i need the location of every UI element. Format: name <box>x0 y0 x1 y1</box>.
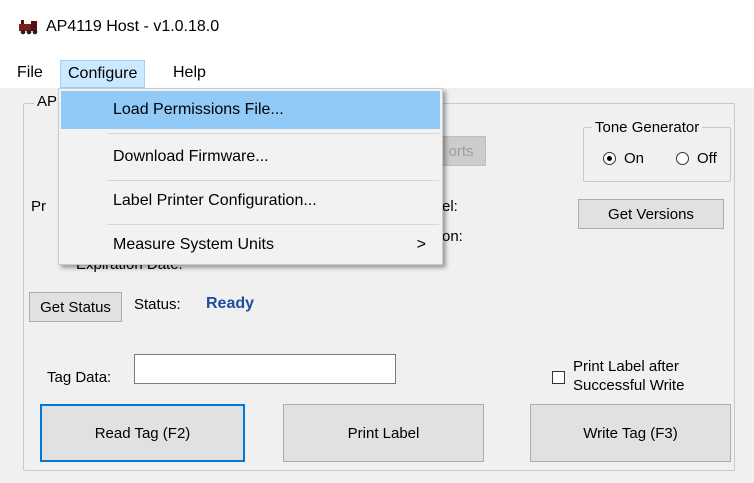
version-label: on: <box>442 228 463 245</box>
menu-separator <box>107 133 439 134</box>
get-status-label: Get Status <box>40 298 111 316</box>
pr-label: Pr <box>31 198 46 215</box>
get-versions-button[interactable]: Get Versions <box>578 199 724 229</box>
menu-item-load-permissions[interactable]: Load Permissions File... <box>61 91 440 129</box>
configure-dropdown-menu: Load Permissions File... Download Firmwa… <box>58 88 443 265</box>
main-groupbox-title: AP <box>34 93 61 110</box>
read-tag-label: Read Tag (F2) <box>94 424 191 442</box>
app-train-icon <box>19 20 38 35</box>
tone-on-label: On <box>624 150 645 167</box>
status-label: Status: <box>134 296 181 313</box>
read-tag-button[interactable]: Read Tag (F2) <box>40 404 245 462</box>
tone-generator-title: Tone Generator <box>592 119 703 136</box>
print-after-write-line1: Print Label after <box>573 358 679 375</box>
menu-item-load-permissions-label: Load Permissions File... <box>113 101 284 118</box>
write-tag-label: Write Tag (F3) <box>583 424 678 442</box>
title-bar: AP4119 Host - v1.0.18.0 <box>0 0 754 58</box>
write-tag-button[interactable]: Write Tag (F3) <box>530 404 731 462</box>
tone-off-label: Off <box>697 150 717 167</box>
menu-configure[interactable]: Configure <box>60 60 146 88</box>
print-label-label: Print Label <box>347 424 420 442</box>
tag-data-label: Tag Data: <box>47 369 112 386</box>
tone-off-radio[interactable] <box>676 152 689 165</box>
menu-item-measure-system-units[interactable]: Measure System Units > <box>61 226 440 264</box>
expiration-date-label: Expiration Date: <box>76 265 183 275</box>
tag-data-input[interactable] <box>134 354 396 384</box>
menu-item-measure-system-units-label: Measure System Units <box>113 236 274 253</box>
menu-item-label-printer-config[interactable]: Label Printer Configuration... <box>61 182 440 220</box>
chevron-right-icon: > <box>416 236 426 253</box>
menu-separator <box>107 180 439 181</box>
menu-help[interactable]: Help <box>166 60 213 88</box>
expiration-date-text: Expiration Date: <box>76 265 183 273</box>
get-status-button[interactable]: Get Status <box>29 292 122 322</box>
menu-item-download-firmware-label: Download Firmware... <box>113 148 269 165</box>
menu-file[interactable]: File <box>10 60 50 88</box>
status-value: Ready <box>206 295 255 312</box>
menu-item-label-printer-config-label: Label Printer Configuration... <box>113 192 317 209</box>
model-label: el: <box>442 198 458 215</box>
menu-separator <box>107 224 439 225</box>
get-versions-label: Get Versions <box>608 205 694 223</box>
tone-on-radio[interactable] <box>603 152 616 165</box>
print-after-write-line2: Successful Write <box>573 377 685 394</box>
menu-bar: File Configure Help <box>0 58 754 88</box>
print-after-write-checkbox[interactable] <box>552 371 565 384</box>
menu-item-download-firmware[interactable]: Download Firmware... <box>61 138 440 176</box>
print-label-button[interactable]: Print Label <box>283 404 484 462</box>
window-title: AP4119 Host - v1.0.18.0 <box>46 18 220 35</box>
